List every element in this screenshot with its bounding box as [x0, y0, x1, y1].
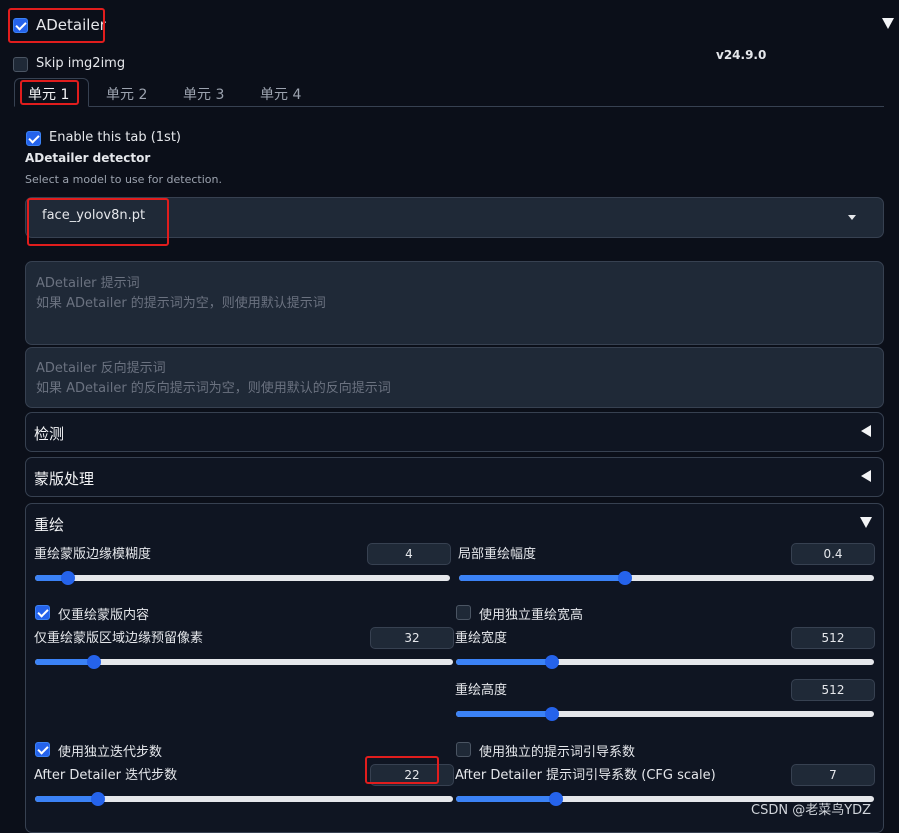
height-slider[interactable] — [456, 707, 874, 721]
use-wh-label: 使用独立重绘宽高 — [479, 608, 584, 623]
adetailer-title: ADetailer — [36, 16, 106, 34]
use-steps-label: 使用独立迭代步数 — [58, 745, 163, 760]
detector-dropdown[interactable] — [25, 197, 884, 238]
use-steps-checkbox[interactable] — [35, 742, 50, 757]
detection-accordion[interactable] — [25, 412, 884, 452]
cfg-input[interactable]: 7 — [791, 764, 875, 786]
steps-label: After Detailer 迭代步数 — [34, 768, 178, 783]
neg-prompt-title: ADetailer 反向提示词 — [36, 361, 166, 376]
prompt-placeholder: 如果 ADetailer 的提示词为空，则使用默认提示词 — [36, 296, 326, 311]
use-wh-checkbox[interactable] — [456, 605, 471, 620]
version-label: v24.9.0 — [716, 48, 767, 62]
mask-expand-icon[interactable] — [861, 470, 871, 482]
mask-blur-input[interactable]: 4 — [367, 543, 451, 565]
collapse-arrow-icon[interactable] — [882, 18, 894, 29]
skip-img2img-label: Skip img2img — [36, 56, 126, 71]
height-input[interactable]: 512 — [791, 679, 875, 701]
detection-expand-icon[interactable] — [861, 425, 871, 437]
mask-blur-label: 重绘蒙版边缘模糊度 — [34, 547, 152, 562]
inpaint-accordion — [25, 503, 884, 833]
slider-fill — [456, 796, 557, 802]
slider-fill — [456, 711, 553, 717]
steps-input[interactable]: 22 — [370, 764, 454, 786]
slider-fill — [35, 659, 94, 665]
denoise-label: 局部重绘幅度 — [458, 547, 537, 562]
steps-slider[interactable] — [35, 792, 453, 806]
cfg-label: After Detailer 提示词引导系数 (CFG scale) — [455, 768, 716, 783]
slider-fill — [35, 796, 98, 802]
denoise-input[interactable]: 0.4 — [791, 543, 875, 565]
height-label: 重绘高度 — [455, 683, 508, 698]
padding-input[interactable]: 32 — [370, 627, 454, 649]
mask-accordion[interactable] — [25, 457, 884, 497]
mask-blur-slider[interactable] — [35, 571, 450, 585]
inpaint-collapse-icon[interactable] — [860, 517, 872, 528]
inpaint-label: 重绘 — [34, 516, 65, 534]
detector-value: face_yolov8n.pt — [42, 208, 146, 223]
detector-info: Select a model to use for detection. — [25, 173, 222, 186]
adetailer-enable-checkbox[interactable] — [13, 18, 28, 33]
use-cfg-checkbox[interactable] — [456, 742, 471, 757]
padding-slider[interactable] — [35, 655, 453, 669]
tab-4[interactable]: 单元 4 — [260, 84, 301, 104]
skip-img2img-checkbox[interactable] — [13, 57, 28, 72]
slider-thumb[interactable] — [618, 571, 632, 585]
padding-label: 仅重绘蒙版区域边缘预留像素 — [34, 631, 204, 646]
tab-1[interactable]: 单元 1 — [28, 84, 69, 104]
dropdown-arrow-icon — [848, 215, 856, 220]
only-masked-label: 仅重绘蒙版内容 — [58, 608, 150, 623]
width-input[interactable]: 512 — [791, 627, 875, 649]
csdn-watermark: CSDN @老菜鸟YDZ — [751, 803, 872, 818]
slider-fill — [456, 659, 553, 665]
tab-bar-underline — [14, 106, 884, 107]
slider-thumb[interactable] — [90, 792, 105, 806]
enable-tab-checkbox[interactable] — [26, 131, 41, 146]
neg-prompt-placeholder: 如果 ADetailer 的反向提示词为空，则使用默认的反向提示词 — [36, 381, 391, 396]
slider-thumb[interactable] — [86, 655, 101, 669]
mask-label: 蒙版处理 — [34, 470, 95, 488]
width-label: 重绘宽度 — [455, 631, 508, 646]
tab-2[interactable]: 单元 2 — [106, 84, 147, 104]
use-cfg-label: 使用独立的提示词引导系数 — [479, 745, 636, 760]
detection-label: 检测 — [34, 425, 65, 443]
tab-3[interactable]: 单元 3 — [183, 84, 224, 104]
width-slider[interactable] — [456, 655, 874, 669]
denoise-slider[interactable] — [459, 571, 874, 585]
only-masked-checkbox[interactable] — [35, 605, 50, 620]
enable-tab-label: Enable this tab (1st) — [49, 130, 181, 145]
slider-fill — [459, 575, 625, 581]
detector-label: ADetailer detector — [25, 151, 151, 165]
prompt-title: ADetailer 提示词 — [36, 276, 140, 291]
